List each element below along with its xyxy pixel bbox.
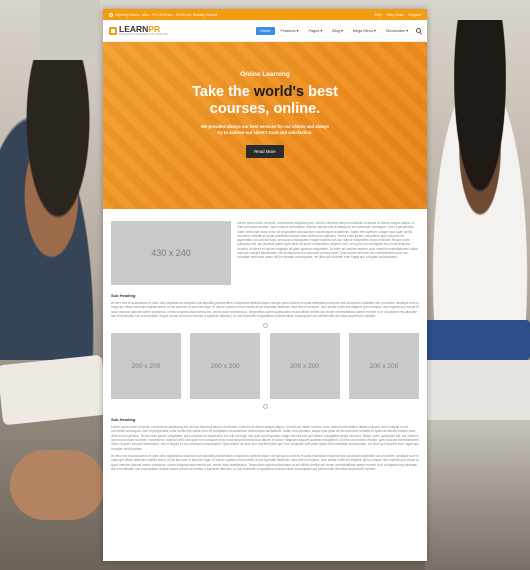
intro-row: 430 x 240 Lorem ipsum dolor sit amet, co… xyxy=(111,221,419,285)
image-placeholder-small: 200 x 200 xyxy=(190,333,261,400)
logo-mark-icon xyxy=(109,26,117,35)
site-logo[interactable]: LEARNPR EDUCATION & COURSES HTML TEMPLAT… xyxy=(109,25,168,36)
paragraph-1: At vero eos et accusamus et iusto odio d… xyxy=(111,301,419,318)
background-paper-right xyxy=(425,360,530,420)
nav-item-pages[interactable]: Pages ▾ xyxy=(304,26,326,35)
clock-icon xyxy=(109,12,113,17)
website-preview: Opening Hours : Mon - Fri : 8.00 am - 10… xyxy=(103,9,427,561)
image-placeholder-small: 200 x 200 xyxy=(348,333,419,400)
background-hand-left xyxy=(10,450,105,520)
top-link-support[interactable]: Support xyxy=(408,13,421,17)
circle-divider-icon xyxy=(262,404,268,410)
sub-heading-2: Sub Heading xyxy=(111,417,136,423)
nav-menu: Home Features ▾ Pages ▾ Blog ▾ Mega Menu… xyxy=(256,26,421,35)
image-grid: 200 x 200 200 x 200 200 x 200 200 x 200 xyxy=(111,333,419,400)
nav-item-mega-menu[interactable]: Mega Menu ▾ xyxy=(349,26,380,35)
hero-title: Take the world's best courses, online. xyxy=(192,84,338,117)
nav-item-home[interactable]: Home xyxy=(256,26,275,35)
background-student-left xyxy=(0,60,110,360)
background-book-left xyxy=(0,354,108,426)
top-link-help-desk[interactable]: Help Desk xyxy=(387,13,404,17)
paragraph-2: Lorem ipsum dolor sit amet, consectetur … xyxy=(111,425,419,451)
background-window xyxy=(40,0,100,60)
top-link-faq[interactable]: FAQ xyxy=(375,13,382,17)
nav-item-features[interactable]: Features ▾ xyxy=(277,26,303,35)
paragraph-3: At vero eos et accusamus et iusto odio d… xyxy=(111,453,419,471)
main-content: 430 x 240 Lorem ipsum dolor sit amet, co… xyxy=(103,209,427,471)
circle-divider-icon xyxy=(262,323,268,329)
hero-subtitle: We provides always our best services for… xyxy=(201,124,329,135)
hero-kicker: Online Learning xyxy=(240,71,290,78)
nav-item-blog[interactable]: Blog ▾ xyxy=(328,26,347,35)
section-divider xyxy=(111,404,419,410)
intro-paragraph: Lorem ipsum dolor sit amet, consectetur … xyxy=(237,221,418,260)
background-binder-right xyxy=(425,320,530,360)
top-bar: Opening Hours : Mon - Fri : 8.00 am - 10… xyxy=(103,9,427,20)
section-divider xyxy=(111,323,419,329)
opening-hours-text: Opening Hours : Mon - Fri : 8.00 am - 10… xyxy=(115,12,218,17)
logo-tagline: EDUCATION & COURSES HTML TEMPLATE xyxy=(119,33,168,36)
top-links: FAQ Help Desk Support xyxy=(375,13,421,17)
search-icon[interactable] xyxy=(416,28,421,33)
image-placeholder-small: 200 x 200 xyxy=(269,333,340,400)
read-more-button[interactable]: Read More xyxy=(246,145,284,158)
background-desk-right xyxy=(425,420,530,570)
opening-hours: Opening Hours : Mon - Fri : 8.00 am - 10… xyxy=(109,12,218,17)
background-student-right xyxy=(420,20,530,340)
main-navigation: LEARNPR EDUCATION & COURSES HTML TEMPLAT… xyxy=(103,20,427,42)
nav-item-shortcodes[interactable]: Shortcodes ▾ xyxy=(382,26,412,35)
hero-banner: Online Learning Take the world's best co… xyxy=(103,42,427,209)
sub-heading-1: Sub Heading xyxy=(111,293,136,298)
image-placeholder-large: 430 x 240 xyxy=(111,221,231,285)
image-placeholder-small: 200 x 200 xyxy=(111,333,181,400)
logo-name: LEARNPR xyxy=(119,24,161,34)
